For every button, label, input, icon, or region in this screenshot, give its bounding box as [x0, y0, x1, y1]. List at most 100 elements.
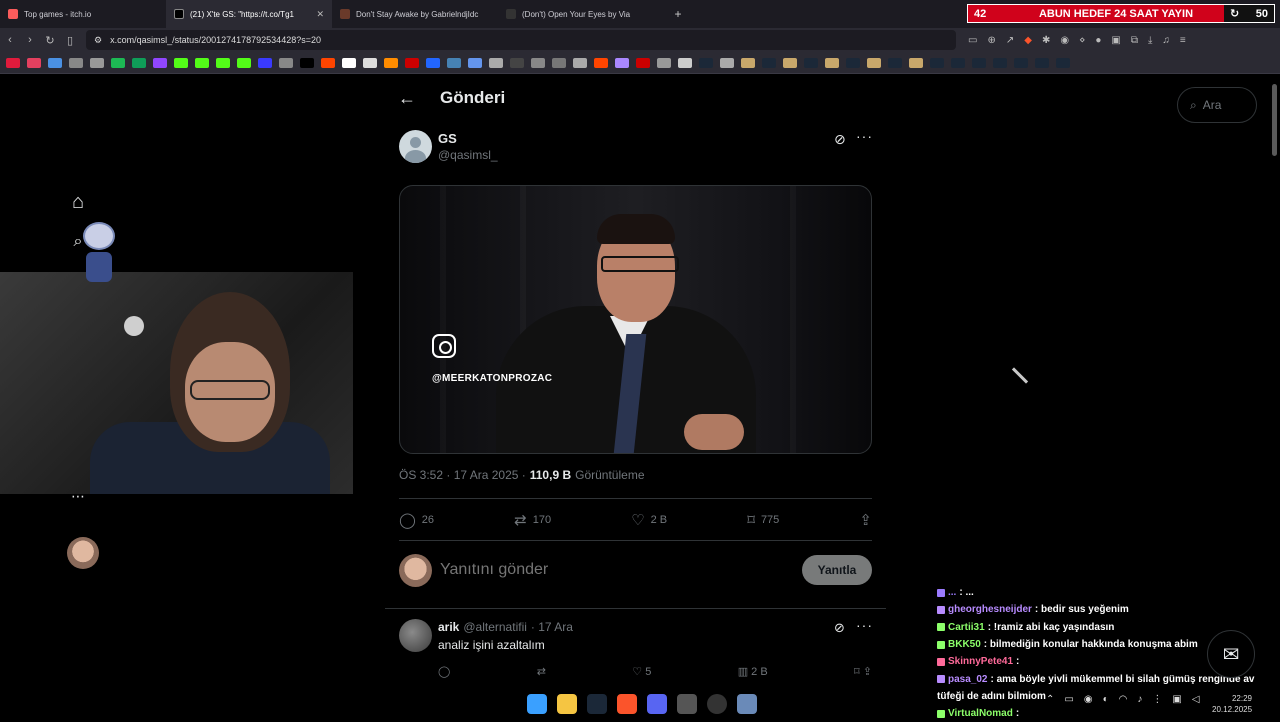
bookmark-favicon-icon[interactable] — [846, 57, 860, 68]
network-icon[interactable]: ▣ — [1172, 694, 1181, 705]
bookmark-favicon-icon[interactable] — [951, 57, 965, 68]
download-icon[interactable]: ⤓ — [1148, 35, 1152, 46]
chevron-up-icon[interactable]: ⌃ — [1046, 694, 1054, 705]
tab-itch[interactable]: Top games - itch.io — [0, 0, 166, 28]
grok-icon[interactable]: ⊘ — [834, 620, 845, 636]
system-clock[interactable]: 22:29 20.12.2025 — [1212, 693, 1252, 715]
bookmark-favicon-icon[interactable] — [867, 57, 881, 68]
bookmark-favicon-icon[interactable] — [699, 57, 713, 68]
extension-icon[interactable]: ✱ — [1042, 35, 1050, 46]
like-button[interactable]: ♡ 2 B — [631, 511, 667, 529]
bookmark-favicon-icon[interactable] — [594, 57, 608, 68]
bookmark-favicon-icon[interactable] — [447, 57, 461, 68]
comment-reply-icon[interactable]: ◯ — [438, 665, 450, 678]
site-settings-icon[interactable]: ⚙ — [94, 35, 102, 46]
comment-avatar[interactable] — [399, 619, 432, 652]
author-avatar[interactable] — [399, 130, 432, 163]
user-avatar[interactable] — [399, 553, 432, 587]
obs-icon[interactable] — [707, 694, 727, 714]
tab-x-post[interactable]: (21) X'te GS: "https://t.co/Tg1 ✕ — [166, 0, 332, 28]
comment-handle[interactable]: @alternatifii — [463, 620, 527, 634]
bookmark-favicon-icon[interactable] — [195, 57, 209, 68]
brave-icon[interactable] — [617, 694, 637, 714]
bookmark-favicon-icon[interactable] — [804, 57, 818, 68]
bookmark-favicon-icon[interactable] — [993, 57, 1007, 68]
bookmark-favicon-icon[interactable] — [615, 57, 629, 68]
bookmark-favicon-icon[interactable] — [405, 57, 419, 68]
bookmark-favicon-icon[interactable] — [573, 57, 587, 68]
tray-app-icon[interactable]: ◉ — [1084, 694, 1093, 705]
bookmark-favicon-icon[interactable] — [321, 57, 335, 68]
address-bar[interactable]: ⚙ x.com/qasimsl_/status/2001274178792534… — [86, 30, 956, 50]
wifi-icon[interactable]: ◠ — [1119, 694, 1128, 705]
reply-button[interactable]: ◯ 26 — [399, 511, 434, 529]
extension-icon[interactable]: ● — [1095, 35, 1101, 46]
mic-icon[interactable]: ⋮ — [1152, 694, 1162, 705]
bookmark-favicon-icon[interactable] — [48, 57, 62, 68]
battery-icon[interactable]: ▭ — [1064, 694, 1073, 705]
bookmark-favicon-icon[interactable] — [720, 57, 734, 68]
brave-shield-icon[interactable]: ◆ — [1024, 35, 1032, 46]
bookmark-favicon-icon[interactable] — [90, 57, 104, 68]
bookmark-favicon-icon[interactable] — [783, 57, 797, 68]
bookmark-favicon-icon[interactable] — [531, 57, 545, 68]
bookmark-favicon-icon[interactable] — [888, 57, 902, 68]
bookmark-favicon-icon[interactable] — [468, 57, 482, 68]
tab-dont-open-eyes[interactable]: (Don't) Open Your Eyes by Via — [498, 0, 664, 28]
bookmark-favicon-icon[interactable] — [153, 57, 167, 68]
back-icon[interactable]: ‹ — [0, 34, 20, 46]
discord-icon[interactable] — [647, 694, 667, 714]
close-tab-icon[interactable]: ✕ — [316, 9, 324, 20]
bookmark-favicon-icon[interactable] — [489, 57, 503, 68]
bookmark-button[interactable]: ⌑ 775 — [747, 511, 779, 529]
bookmark-favicon-icon[interactable] — [510, 57, 524, 68]
messages-icon[interactable]: ✉ — [1207, 630, 1255, 678]
post-time[interactable]: ÖS 3:52 · 17 Ara 2025 · — [399, 468, 526, 482]
search-box[interactable]: ⌕ Ara — [1177, 87, 1257, 123]
author-handle[interactable]: @qasimsl_ — [438, 148, 498, 162]
bookmark-favicon-icon[interactable] — [825, 57, 839, 68]
home-icon[interactable]: ⌂ — [66, 190, 90, 214]
bookmark-favicon-icon[interactable] — [6, 57, 20, 68]
bookmark-favicon-icon[interactable] — [636, 57, 650, 68]
bookmark-favicon-icon[interactable] — [342, 57, 356, 68]
tab-dont-stay-awake[interactable]: Don't Stay Awake by GabrielndjIdc — [332, 0, 498, 28]
repost-button[interactable]: ⇄ 170 — [514, 511, 551, 529]
share-button[interactable]: ⇪ — [859, 511, 872, 529]
speaker-icon[interactable]: ♪ — [1137, 694, 1142, 705]
bookmark-favicon-icon[interactable] — [972, 57, 986, 68]
bookmark-favicon-icon[interactable] — [300, 57, 314, 68]
comment-repost-icon[interactable]: ⇄ — [537, 665, 546, 678]
comment-bookmark-icon[interactable]: ⌑ ⇪ — [854, 665, 872, 678]
app-icon[interactable] — [737, 694, 757, 714]
bookmark-favicon-icon[interactable] — [1014, 57, 1028, 68]
scrollbar[interactable] — [1270, 76, 1278, 720]
file-explorer-icon[interactable] — [557, 694, 577, 714]
extension-icon[interactable]: ▣ — [1111, 35, 1120, 46]
more-options-icon[interactable]: ··· — [856, 617, 873, 633]
reply-submit-button[interactable]: Yanıtla — [802, 555, 872, 585]
bookmark-favicon-icon[interactable] — [1035, 57, 1049, 68]
author-name[interactable]: GS — [438, 131, 457, 146]
bookmark-favicon-icon[interactable] — [762, 57, 776, 68]
extension-icon[interactable]: ◉ — [1060, 35, 1069, 46]
bookmark-favicon-icon[interactable] — [69, 57, 83, 68]
share-icon[interactable]: ↗ — [1006, 35, 1014, 46]
grok-icon[interactable]: ⊘ — [834, 131, 846, 148]
bookmark-favicon-icon[interactable] — [216, 57, 230, 68]
bookmark-favicon-icon[interactable] — [657, 57, 671, 68]
steam-tray-icon[interactable]: ◐ — [1103, 694, 1109, 705]
bookmark-favicon-icon[interactable] — [258, 57, 272, 68]
volume-icon[interactable]: ◁ — [1192, 694, 1200, 705]
comment-date[interactable]: · 17 Ara — [531, 620, 573, 634]
cast-icon[interactable]: ▭ — [968, 35, 977, 46]
media-icon[interactable]: ♫ — [1162, 35, 1170, 46]
bookmark-favicon-icon[interactable] — [384, 57, 398, 68]
bookmark-favicon-icon[interactable] — [426, 57, 440, 68]
bookmark-icon[interactable]: ▯ — [60, 34, 80, 47]
reload-icon[interactable]: ↻ — [40, 34, 60, 47]
bookmark-favicon-icon[interactable] — [111, 57, 125, 68]
comment-like-button[interactable]: ♡ 5 — [632, 665, 651, 678]
forward-icon[interactable]: › — [20, 34, 40, 46]
reply-input[interactable] — [440, 561, 802, 579]
